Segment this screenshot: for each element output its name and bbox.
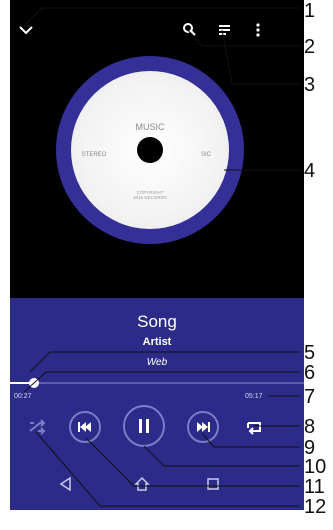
- callout-7: 7: [304, 386, 316, 408]
- callout-line-10: [143, 445, 165, 467]
- callout-line-5: [29, 351, 51, 373]
- callout-2: 2: [304, 36, 316, 58]
- callout-1: 1: [304, 0, 316, 22]
- callout-line-11: [85, 437, 135, 487]
- callout-8: 8: [304, 416, 316, 438]
- callout-line-3: [221, 29, 233, 85]
- callout-3: 3: [304, 74, 316, 96]
- callout-12: 12: [304, 496, 327, 518]
- callout-line-2: [185, 27, 203, 47]
- callout-line-9: [201, 432, 215, 448]
- callout-4: 4: [304, 160, 316, 182]
- callout-line-6: [23, 371, 47, 393]
- callout-line-1: [22, 7, 43, 28]
- callout-6: 6: [304, 362, 316, 384]
- callout-lines: [22, 7, 300, 507]
